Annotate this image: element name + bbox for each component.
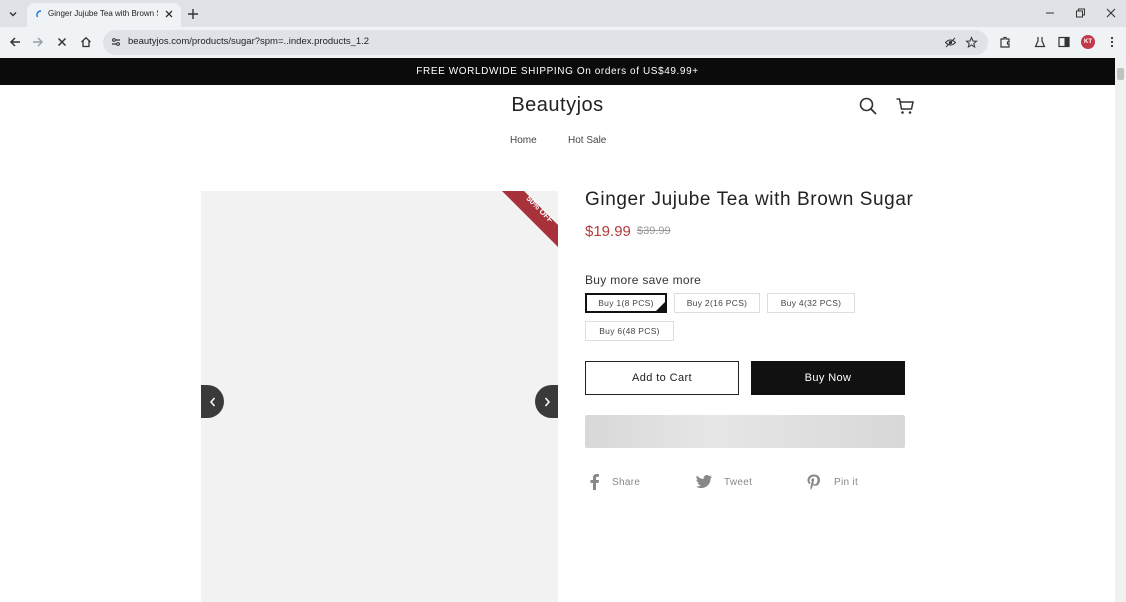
search-icon[interactable] [858,96,878,116]
browser-tab-active[interactable]: Ginger Jujube Tea with Brown S [27,3,181,27]
nav-hot-sale[interactable]: Hot Sale [568,135,606,146]
bookmark-star-icon[interactable] [965,36,978,49]
labs-flask-icon[interactable] [1033,35,1047,49]
chevron-down-icon [9,12,17,17]
variant-label: Buy 4(32 PCS) [780,298,842,308]
address-bar[interactable]: beautyjos.com/products/sugar?spm=..index… [103,30,988,55]
product-price: $19.99 [585,223,631,240]
share-twitter[interactable]: Tweet [696,474,752,490]
discount-ribbon: 50% OFF [502,191,558,247]
loading-spinner-icon [36,10,42,18]
page-scrollbar[interactable] [1115,58,1126,602]
stop-loading-icon[interactable] [55,35,69,49]
twitter-icon [696,475,712,489]
restore-icon[interactable] [1073,6,1087,20]
share-facebook[interactable]: Share [588,474,640,490]
variant-option-3[interactable]: Buy 4(32 PCS) [767,293,855,313]
profile-avatar[interactable]: KT [1081,35,1095,49]
selected-check-corner [656,302,665,311]
gallery-next-button[interactable] [535,385,558,418]
back-icon[interactable] [8,35,22,49]
forward-icon[interactable] [31,35,45,49]
nav-home[interactable]: Home [510,135,537,146]
variant-option-2[interactable]: Buy 2(16 PCS) [674,293,760,313]
new-tab-icon[interactable] [186,7,200,21]
close-icon[interactable] [163,8,175,20]
facebook-icon [590,474,599,490]
home-icon[interactable] [79,35,93,49]
share-label: Pin it [834,476,859,488]
tab-title: Ginger Jujube Tea with Brown S [48,9,158,18]
compare-at-price: $39.99 [637,225,671,237]
pinterest-icon [807,474,820,490]
buy-now-button[interactable]: Buy Now [751,361,905,395]
page-viewport: FREE WORLDWIDE SHIPPING On orders of US$… [0,58,1115,602]
browser-tab-strip: Ginger Jujube Tea with Brown S [0,0,1126,27]
browser-toolbar: beautyjos.com/products/sugar?spm=..index… [0,27,1126,58]
gallery-prev-button[interactable] [201,385,224,418]
more-vert-icon[interactable] [1105,35,1119,49]
variant-label: Buy 2(16 PCS) [686,298,748,308]
extensions-icon[interactable] [998,35,1012,49]
variant-option-4[interactable]: Buy 6(48 PCS) [585,321,674,341]
tab-search-button[interactable] [4,5,22,23]
site-settings-icon[interactable] [110,36,122,48]
url-text: beautyjos.com/products/sugar?spm=..index… [128,36,370,47]
share-label: Tweet [724,476,753,488]
chevron-right-icon [544,397,550,406]
minimize-icon[interactable] [1043,6,1057,20]
window-close-icon[interactable] [1104,6,1118,20]
add-to-cart-button[interactable]: Add to Cart [585,361,739,395]
share-label: Share [612,476,641,488]
announcement-bar: FREE WORLDWIDE SHIPPING On orders of US$… [0,58,1115,85]
option-label: Buy more save more [585,273,702,287]
cart-icon[interactable] [895,96,915,116]
variant-option-1[interactable]: Buy 1(8 PCS) [585,293,667,313]
chevron-left-icon [209,397,215,406]
side-panel-icon[interactable] [1057,35,1071,49]
store-logo[interactable]: Beautyjos [0,94,1115,117]
product-image-gallery[interactable]: 50% OFF [201,191,558,602]
variant-label: Buy 1(8 PCS) [598,298,654,308]
share-pinterest[interactable]: Pin it [806,474,858,490]
scrollbar-thumb[interactable] [1117,68,1124,80]
payment-button-placeholder[interactable] [585,415,905,448]
variant-label: Buy 6(48 PCS) [599,326,660,336]
product-title: Ginger Jujube Tea with Brown Sugar [585,189,914,210]
eye-off-icon[interactable] [944,36,957,49]
